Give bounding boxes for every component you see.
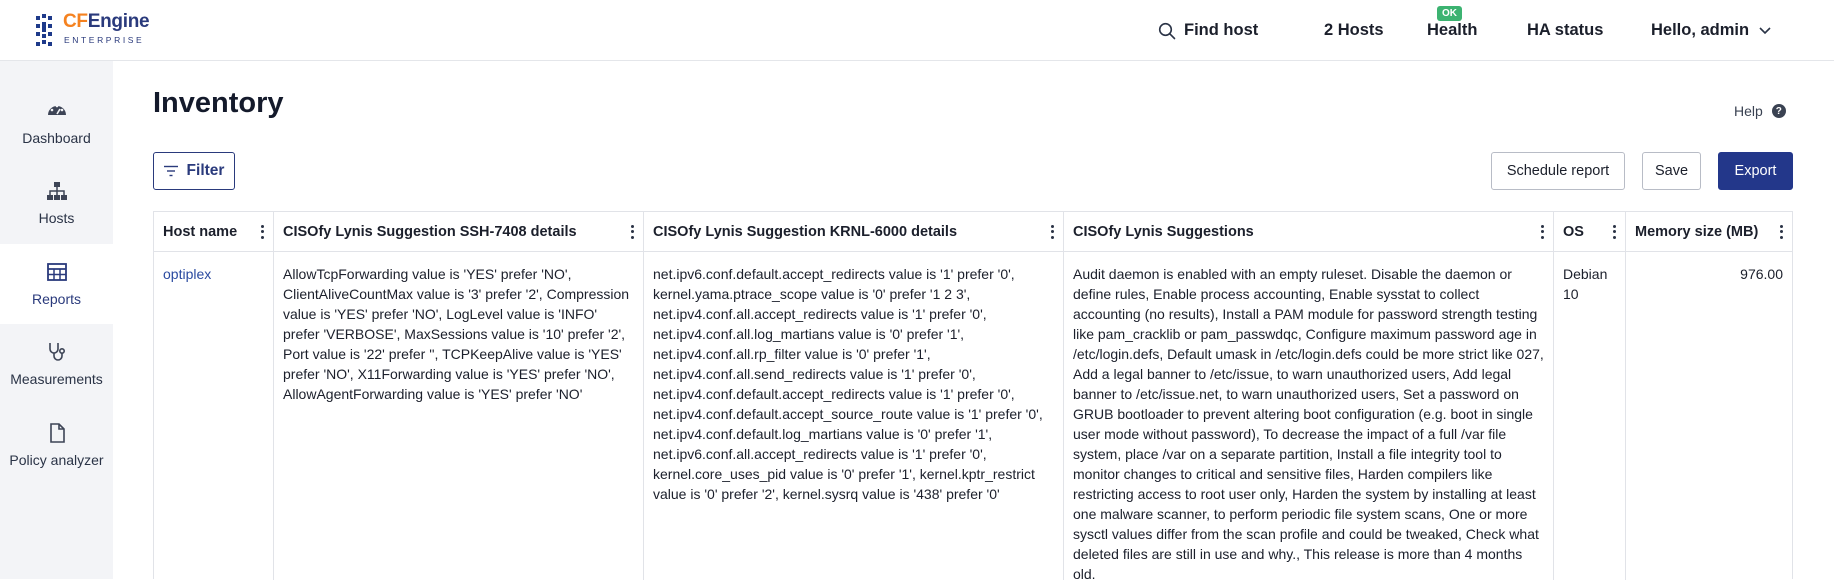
- filter-lines-icon: [163, 165, 178, 177]
- find-host-button[interactable]: Find host: [1158, 0, 1258, 61]
- sidebar-item-label: Hosts: [38, 210, 75, 226]
- sidebar-item-reports[interactable]: Reports: [0, 244, 113, 324]
- brand-engine: Engine: [87, 11, 150, 32]
- column-header[interactable]: Host name: [154, 212, 273, 252]
- column-lynis-suggestions: CISOfy Lynis Suggestions Audit daemon is…: [1064, 212, 1554, 582]
- table-icon: [46, 263, 67, 281]
- sidebar-item-policy-analyzer[interactable]: Policy analyzer: [0, 405, 113, 485]
- column-header-label: CISOfy Lynis Suggestion SSH-7408 details: [283, 223, 577, 240]
- column-menu-icon[interactable]: [1540, 224, 1544, 239]
- column-header[interactable]: CISOfy Lynis Suggestion KRNL-6000 detail…: [644, 212, 1063, 252]
- filter-label: Filter: [186, 162, 225, 179]
- column-header[interactable]: Memory size (MB): [1626, 212, 1792, 252]
- brand-subtitle: ENTERPRISE: [64, 35, 145, 45]
- sidebar-item-hosts[interactable]: Hosts: [0, 163, 113, 243]
- help-circle-icon: ?: [1771, 104, 1786, 118]
- table-cell: Debian 10: [1563, 266, 1608, 302]
- sidebar-item-label: Reports: [31, 291, 82, 307]
- inventory-table: Host name optiplex CISOfy Lynis Suggesti…: [153, 211, 1793, 582]
- column-krnl-6000: CISOfy Lynis Suggestion KRNL-6000 detail…: [644, 212, 1064, 580]
- column-menu-icon[interactable]: [630, 224, 634, 239]
- sidebar-item-dashboard[interactable]: Dashboard: [0, 83, 113, 163]
- chevron-down-icon: [1759, 26, 1771, 34]
- column-ssh-7408: CISOfy Lynis Suggestion SSH-7408 details…: [274, 212, 644, 580]
- table-cell: 976.00: [1740, 266, 1783, 282]
- column-header-label: Host name: [163, 223, 238, 240]
- logo-mark-icon: [36, 12, 58, 48]
- save-button[interactable]: Save: [1642, 152, 1701, 190]
- help-label: Help: [1734, 103, 1763, 119]
- document-icon: [49, 423, 65, 443]
- sidebar-item-label: Measurements: [10, 371, 103, 387]
- sidebar-item-label: Policy analyzer: [9, 452, 104, 468]
- top-bar: CFEngine ENTERPRISE Find host 2 Hosts He…: [0, 0, 1834, 61]
- column-memory-size: Memory size (MB) 976.00: [1626, 212, 1792, 580]
- column-header[interactable]: CISOfy Lynis Suggestion SSH-7408 details: [274, 212, 643, 252]
- help-link[interactable]: Help ?: [1734, 103, 1786, 119]
- ha-status-link[interactable]: HA status: [1527, 0, 1603, 61]
- column-header[interactable]: CISOfy Lynis Suggestions: [1064, 212, 1553, 252]
- schedule-report-button[interactable]: Schedule report: [1491, 152, 1625, 190]
- column-header-label: CISOfy Lynis Suggestion KRNL-6000 detail…: [653, 223, 958, 240]
- user-menu[interactable]: Hello, admin: [1651, 0, 1771, 61]
- user-greeting: Hello, admin: [1651, 21, 1750, 39]
- health-status-badge: OK: [1437, 6, 1462, 21]
- table-cell: Audit daemon is enabled with an empty ru…: [1073, 266, 1544, 582]
- find-host-label: Find host: [1184, 21, 1259, 39]
- filter-button[interactable]: Filter: [153, 152, 235, 190]
- cfengine-logo[interactable]: CFEngine ENTERPRISE: [36, 11, 150, 50]
- column-host-name: Host name optiplex: [154, 212, 274, 580]
- column-menu-icon[interactable]: [260, 224, 264, 239]
- column-menu-icon[interactable]: [1612, 224, 1616, 239]
- column-header-label: CISOfy Lynis Suggestions: [1073, 223, 1254, 240]
- stethoscope-icon: [48, 343, 65, 361]
- column-header[interactable]: OS: [1554, 212, 1625, 252]
- sidebar-item-measurements[interactable]: Measurements: [0, 324, 113, 404]
- brand-cf: CF: [63, 11, 88, 32]
- page-title: Inventory: [153, 87, 284, 119]
- column-header-label: Memory size (MB): [1635, 223, 1759, 240]
- hosts-count-link[interactable]: 2 Hosts: [1324, 0, 1384, 61]
- column-menu-icon[interactable]: [1050, 224, 1054, 239]
- export-button[interactable]: Export: [1718, 152, 1793, 190]
- host-link[interactable]: optiplex: [154, 252, 273, 284]
- table-cell: net.ipv6.conf.default.accept_redirects v…: [653, 266, 1043, 502]
- column-os: OS Debian 10: [1554, 212, 1626, 580]
- column-menu-icon[interactable]: [1779, 224, 1783, 239]
- sidebar: Dashboard Hosts Reports Measurements Pol…: [0, 61, 113, 579]
- search-icon: [1158, 22, 1176, 39]
- table-cell: AllowTcpForwarding value is 'YES' prefer…: [283, 266, 630, 402]
- hierarchy-icon: [46, 182, 67, 200]
- column-header-label: OS: [1563, 223, 1584, 240]
- sidebar-item-label: Dashboard: [22, 130, 91, 146]
- dashboard-gauge-icon: [47, 104, 66, 115]
